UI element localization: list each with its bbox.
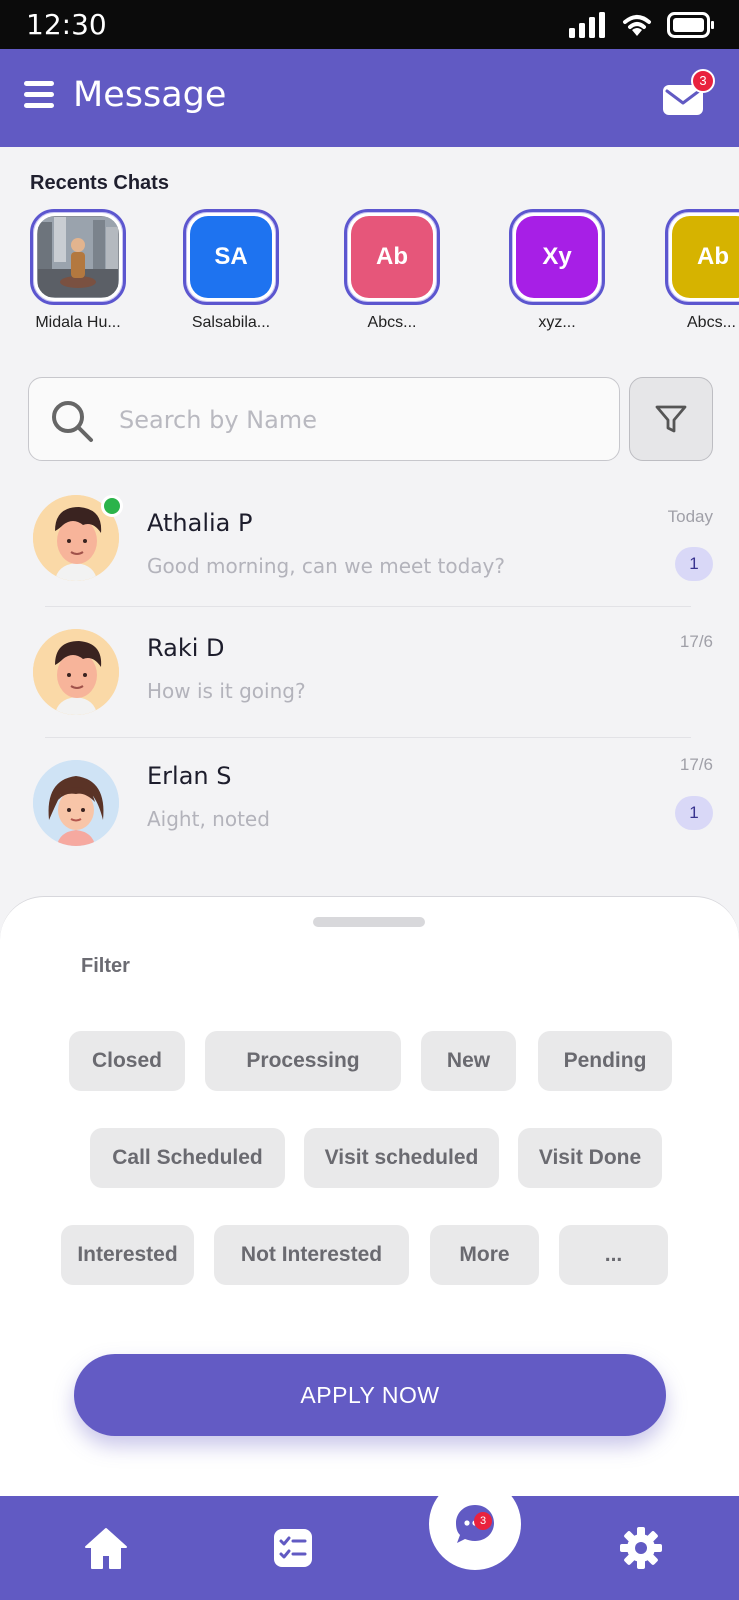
- apply-now-button[interactable]: APPLY NOW: [74, 1354, 666, 1436]
- recent-avatar-frame: [30, 209, 126, 305]
- home-icon: [85, 1528, 127, 1569]
- recent-avatar-frame: SA: [183, 209, 279, 305]
- man-avatar-icon: [33, 629, 119, 715]
- chat-time: 17/6: [679, 755, 713, 774]
- search-icon: [52, 401, 93, 442]
- hamburger-menu-icon[interactable]: [24, 81, 54, 111]
- filter-chip-call-scheduled[interactable]: Call Scheduled: [90, 1128, 285, 1188]
- filter-chip-visit-done[interactable]: Visit Done: [518, 1128, 662, 1188]
- mail-button[interactable]: 3: [663, 69, 715, 117]
- chat-avatar: [33, 629, 119, 715]
- filter-chip-not-interested[interactable]: Not Interested: [214, 1225, 409, 1285]
- recent-chat-item[interactable]: Ab Abcs...: [332, 209, 452, 332]
- recent-initials-avatar: Xy: [516, 216, 598, 298]
- status-bar: 12:30: [0, 0, 739, 49]
- chat-list-item[interactable]: Raki D How is it going? 17/6: [0, 612, 739, 732]
- nav-tasks[interactable]: [269, 1524, 317, 1572]
- recent-name: Salsabila...: [191, 314, 271, 331]
- filter-title: Filter: [81, 955, 130, 977]
- chat-list-item[interactable]: Athalia P Good morning, can we meet toda…: [0, 487, 739, 607]
- chat-preview: Aight, noted: [147, 807, 270, 831]
- recent-chat-item[interactable]: Xy xyz...: [497, 209, 617, 332]
- chat-name: Erlan S: [147, 762, 232, 790]
- mail-badge: 3: [691, 69, 715, 93]
- search-box: [28, 377, 620, 461]
- chat-name: Athalia P: [147, 509, 253, 537]
- chat-preview: Good morning, can we meet today?: [147, 554, 506, 578]
- recents-title: Recents Chats: [30, 172, 169, 194]
- recent-name: Midala Hu...: [35, 314, 121, 331]
- recent-name: Abcs...: [687, 314, 736, 331]
- app-bar: Message 3: [0, 49, 739, 147]
- recent-initials-avatar: SA: [190, 216, 272, 298]
- filter-funnel-icon: [655, 405, 687, 433]
- settings-icon: [620, 1527, 662, 1569]
- city-photo-icon: [38, 217, 118, 297]
- recent-initials-avatar: Ab: [351, 216, 433, 298]
- recent-chat-item[interactable]: Ab Abcs...: [652, 209, 739, 332]
- filter-chip-processing[interactable]: Processing: [205, 1031, 401, 1091]
- chat-preview: How is it going?: [147, 679, 306, 703]
- recent-avatar-frame: Xy: [509, 209, 605, 305]
- filter-chip-ellipsis[interactable]: ...: [559, 1225, 668, 1285]
- filter-chip-interested[interactable]: Interested: [61, 1225, 194, 1285]
- online-status-dot: [101, 495, 123, 517]
- filter-chip-closed[interactable]: Closed: [69, 1031, 185, 1091]
- chat-avatar: [33, 760, 119, 846]
- filter-chip-pending[interactable]: Pending: [538, 1031, 672, 1091]
- nav-settings[interactable]: [617, 1524, 665, 1572]
- bottom-navigation: [0, 1496, 739, 1600]
- filter-button[interactable]: [629, 377, 713, 461]
- chat-time: Today: [667, 507, 713, 526]
- wifi-icon: [623, 15, 651, 36]
- recent-photo-avatar: [37, 216, 119, 298]
- recent-avatar-frame: Ab: [665, 209, 739, 305]
- woman-avatar-icon: [33, 760, 119, 846]
- page-title: Message: [73, 75, 227, 115]
- recent-avatar-frame: Ab: [344, 209, 440, 305]
- recent-name: xyz...: [538, 314, 576, 331]
- battery-icon: [667, 12, 714, 38]
- signal-icon: [569, 12, 605, 38]
- filter-chip-new[interactable]: New: [421, 1031, 516, 1091]
- search-input[interactable]: [119, 400, 599, 440]
- tasks-icon: [274, 1529, 312, 1567]
- chat-nav-badge: 3: [474, 1512, 492, 1530]
- unread-count-badge: 1: [675, 796, 713, 830]
- nav-home[interactable]: [82, 1524, 130, 1572]
- recent-name: Abcs...: [367, 314, 417, 331]
- recent-initials-avatar: Ab: [672, 216, 739, 298]
- status-icons: [569, 12, 715, 38]
- unread-count-badge: 1: [675, 547, 713, 581]
- chat-list-item[interactable]: Erlan S Aight, noted 17/6 1: [0, 740, 739, 860]
- filter-chip-visit-scheduled[interactable]: Visit scheduled: [304, 1128, 499, 1188]
- chat-time: 17/6: [679, 632, 713, 651]
- divider: [45, 737, 691, 738]
- chat-name: Raki D: [147, 634, 225, 662]
- recent-chat-item[interactable]: SA Salsabila...: [171, 209, 291, 332]
- filter-bottom-sheet: Filter Closed Processing New Pending Cal…: [0, 896, 739, 1496]
- filter-chip-more[interactable]: More: [430, 1225, 539, 1285]
- divider: [45, 606, 691, 607]
- recent-chat-item[interactable]: Midala Hu...: [18, 209, 138, 332]
- sheet-drag-handle[interactable]: [313, 917, 425, 927]
- status-time: 12:30: [26, 8, 107, 41]
